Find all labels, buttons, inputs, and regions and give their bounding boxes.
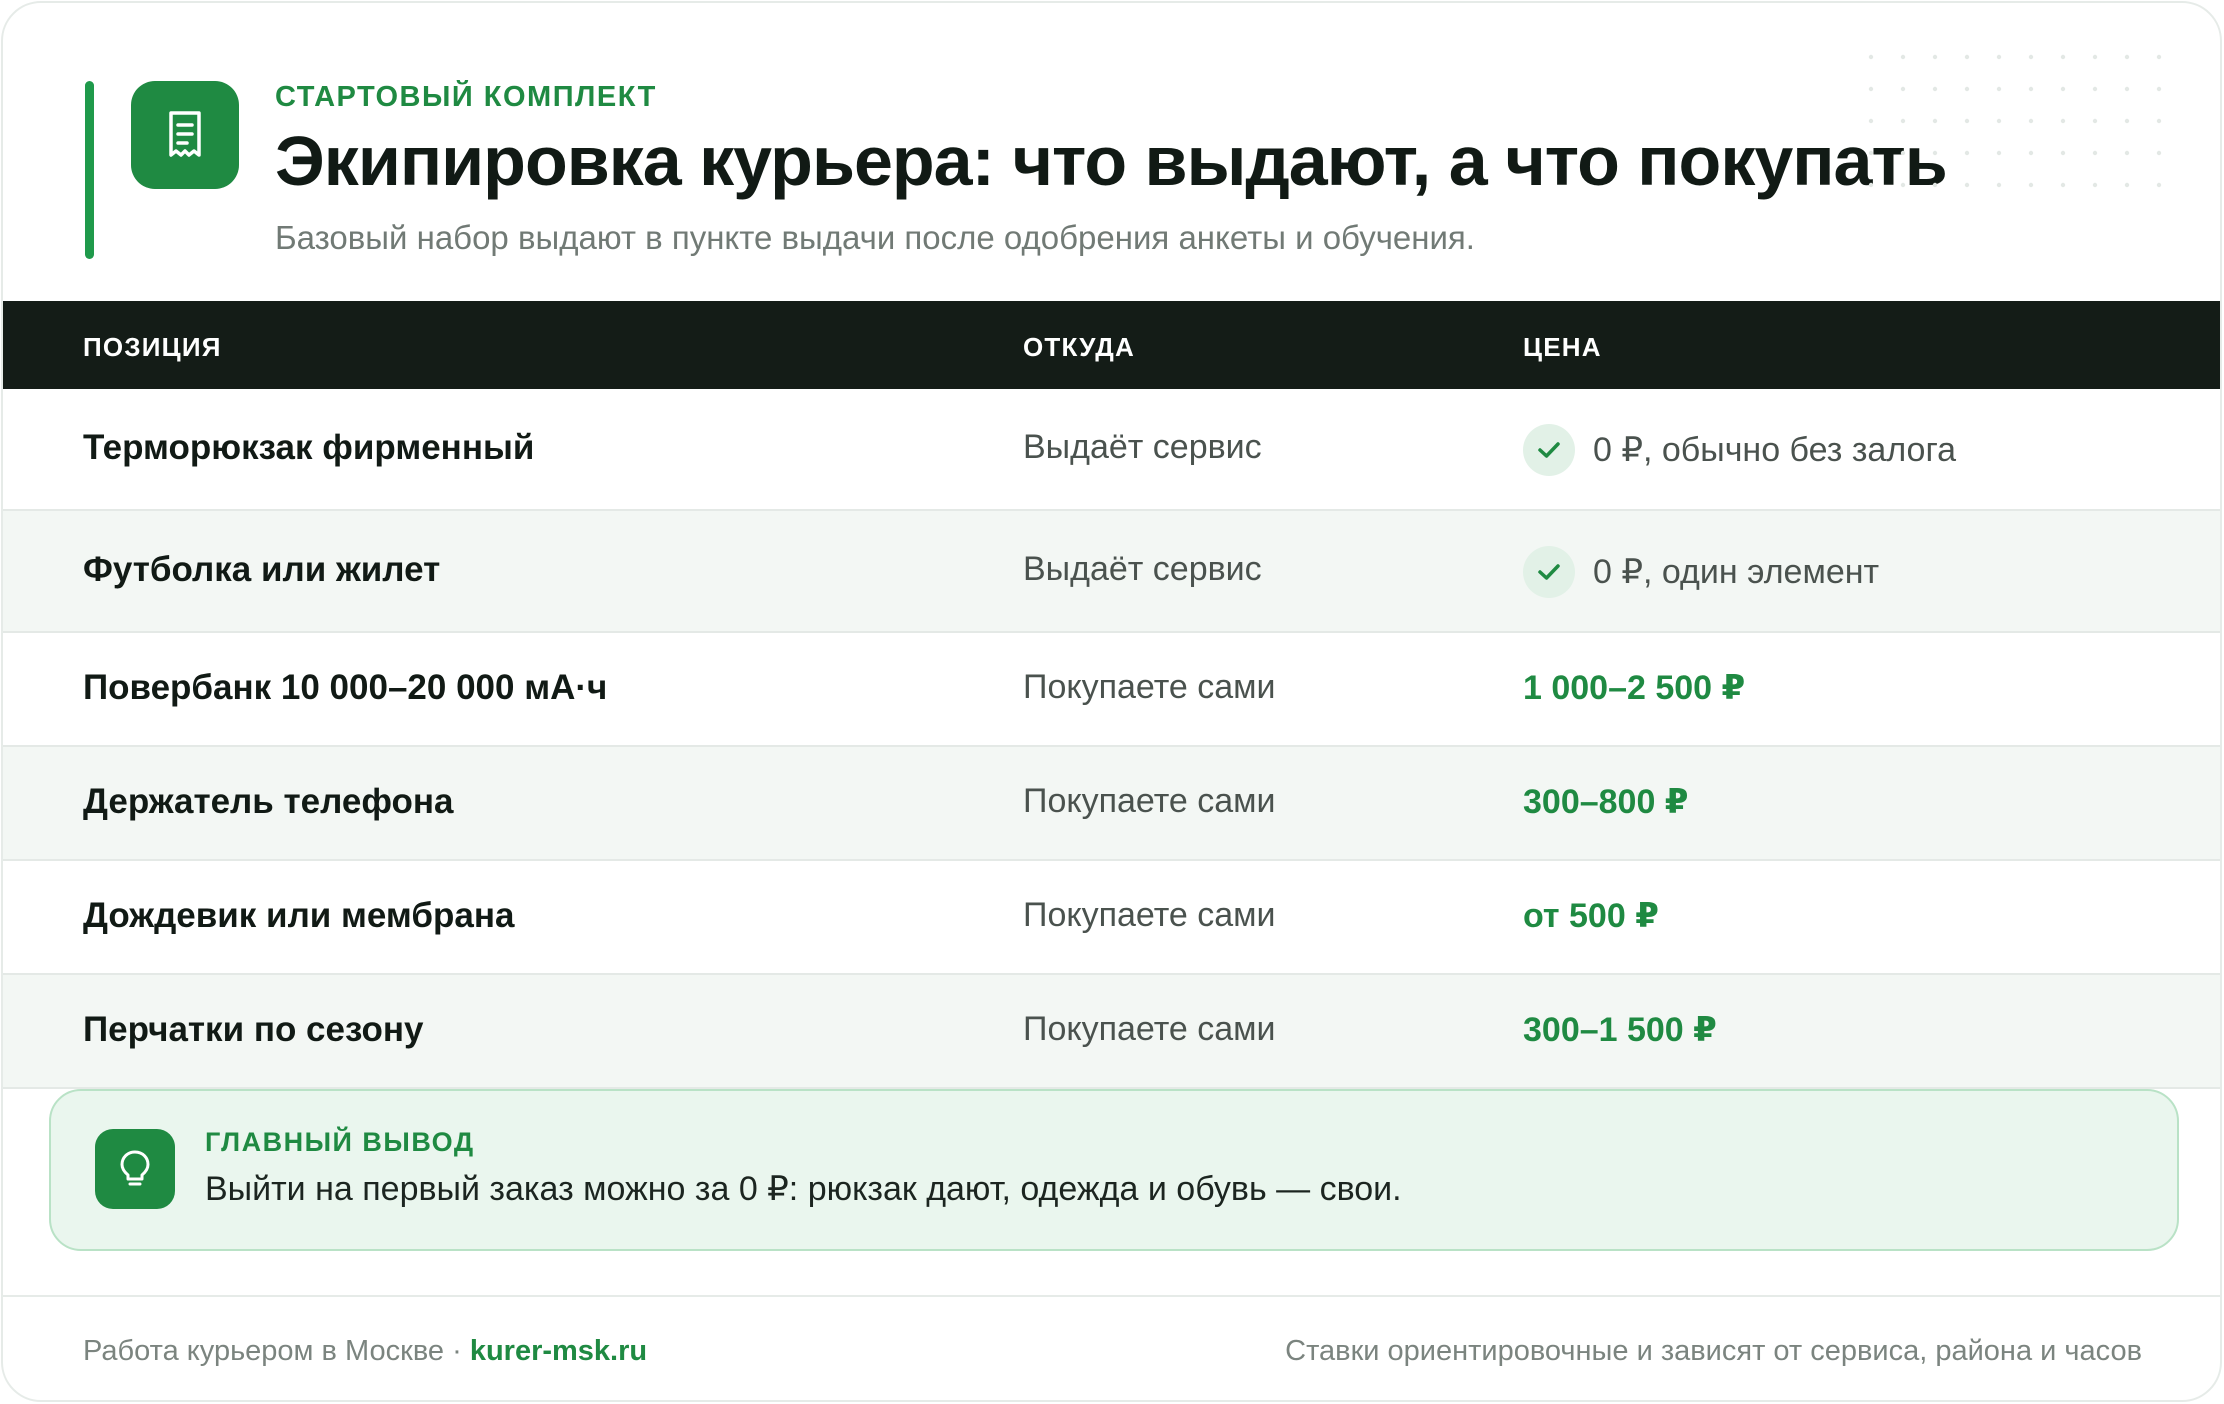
row-source: Выдаёт сервис: [1023, 550, 1262, 588]
row-price: 1 000–2 500 ₽: [1523, 668, 1745, 708]
row-price: 0 ₽, обычно без залога: [1523, 424, 1956, 476]
row-source: Покупаете сами: [1023, 1010, 1276, 1048]
check-icon: [1523, 546, 1575, 598]
row-source: Покупаете сами: [1023, 896, 1276, 934]
table-header: ПОЗИЦИЯ ОТКУДА ЦЕНА: [3, 301, 2220, 389]
row-source: Покупаете сами: [1023, 782, 1276, 820]
page-title: Экипировка курьера: что выдают, а что по…: [275, 122, 1948, 200]
footer-divider: [3, 1295, 2220, 1297]
accent-bar: [85, 81, 94, 259]
table-row: Терморюкзак фирменный Выдаёт сервис 0 ₽, о…: [3, 389, 2220, 511]
column-header-source: ОТКУДА: [1023, 332, 1135, 362]
row-position-name: Перчатки по сезону: [83, 1010, 424, 1049]
row-price-text: от 500 ₽: [1523, 897, 1659, 935]
equipment-card: СТАРТОВЫЙ КОМПЛЕКТ Экипировка курьера: ч…: [1, 1, 2222, 1402]
table-row: Держатель телефона Покупаете сами 300–800 …: [3, 747, 2220, 861]
table-row: Перчатки по сезону Покупаете сами 300–1 50…: [3, 975, 2220, 1089]
key-takeaway-callout: ГЛАВНЫЙ ВЫВОД Выйти на первый заказ можн…: [49, 1089, 2179, 1251]
row-position-name: Держатель телефона: [83, 782, 454, 821]
row-price: 0 ₽, один элемент: [1523, 546, 1879, 598]
row-price: от 500 ₽: [1523, 896, 1659, 936]
row-position-name: Дождевик или мембрана: [83, 896, 515, 935]
table-row: Повербанк 10 000–20 000 мА·ч Покупаете са…: [3, 633, 2220, 747]
row-price-text: 300–800 ₽: [1523, 783, 1689, 821]
row-price-text: 1 000–2 500 ₽: [1523, 669, 1746, 707]
column-header-position: ПОЗИЦИЯ: [83, 332, 222, 362]
page-subtitle: Базовый набор выдают в пункте выдачи пос…: [275, 219, 1475, 256]
footer-credit: Работа курьером в Москве · kurer-msk.ru: [83, 1335, 647, 1368]
row-source: Выдаёт сервис: [1023, 428, 1262, 466]
dot-pattern: [1868, 54, 2162, 188]
row-price-text: 300–1 500 ₽: [1523, 1011, 1717, 1049]
row-price: 300–1 500 ₽: [1523, 1010, 1717, 1050]
footer-credit-text: Работа курьером в Москве ·: [83, 1335, 470, 1367]
callout-text: Выйти на первый заказ можно за 0 ₽: рюкз…: [205, 1170, 1402, 1208]
lightbulb-icon: [95, 1129, 175, 1209]
table-row: Футболка или жилет Выдаёт сервис 0 ₽, один…: [3, 511, 2220, 633]
site-link[interactable]: kurer-msk.ru: [470, 1335, 647, 1367]
eyebrow-label: СТАРТОВЫЙ КОМПЛЕКТ: [275, 81, 657, 113]
receipt-icon: [131, 81, 239, 189]
row-position-name: Футболка или жилет: [83, 550, 441, 589]
check-icon: [1523, 424, 1575, 476]
row-position-name: Повербанк 10 000–20 000 мА·ч: [83, 668, 608, 707]
row-source: Покупаете сами: [1023, 668, 1276, 706]
footer-disclaimer: Ставки ориентировочные и зависят от серв…: [1285, 1335, 2142, 1367]
callout-label: ГЛАВНЫЙ ВЫВОД: [205, 1127, 475, 1157]
row-price-text: 0 ₽, один элемент: [1593, 553, 1880, 591]
row-price-text: 0 ₽, обычно без залога: [1593, 431, 1957, 469]
row-price: 300–800 ₽: [1523, 782, 1688, 822]
table-row: Дождевик или мембрана Покупаете сами от 50…: [3, 861, 2220, 975]
column-header-price: ЦЕНА: [1523, 332, 1602, 362]
row-position-name: Терморюкзак фирменный: [83, 428, 535, 467]
